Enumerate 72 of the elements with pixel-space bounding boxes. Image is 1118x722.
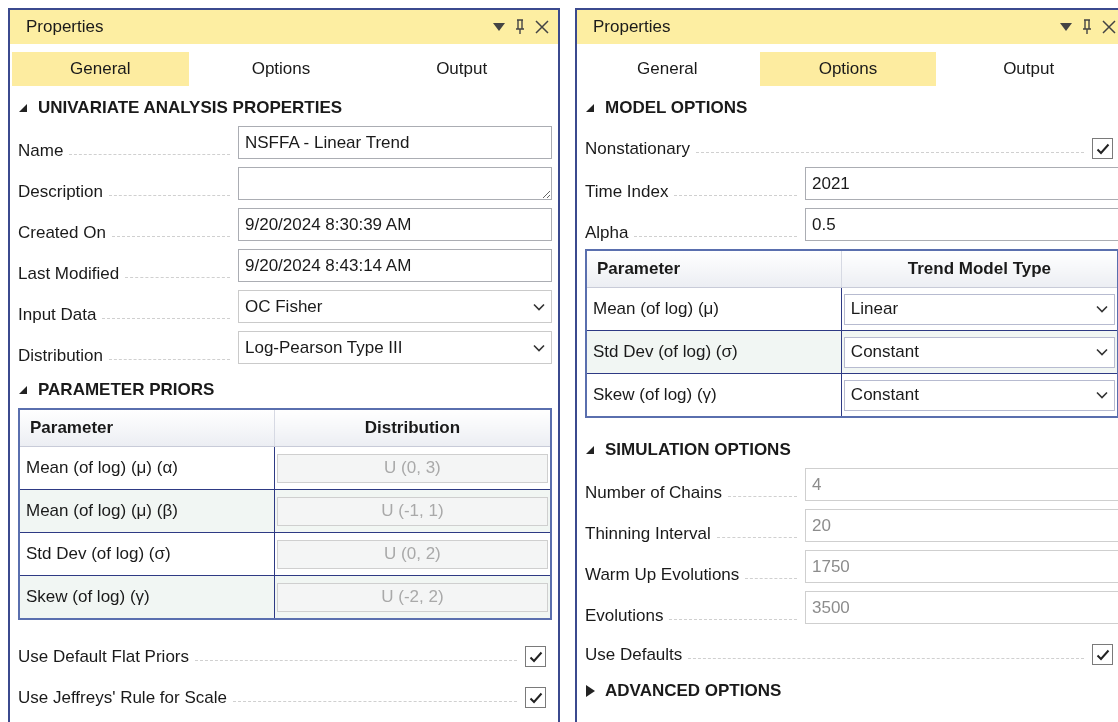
chevron-down-icon[interactable]: [1096, 348, 1108, 356]
field-label: Warm Up Evolutions: [585, 565, 740, 585]
expand-icon[interactable]: [585, 685, 595, 697]
tab[interactable]: Output: [940, 52, 1117, 86]
checkbox-label: Use Default Flat Priors: [18, 647, 189, 667]
text-field[interactable]: NSFFA - Linear Trend: [238, 126, 552, 159]
field-label: Thinning Interval: [585, 524, 711, 544]
table-cell: Mean (of log) (μ) (β): [19, 489, 275, 533]
column-header: Parameter: [19, 409, 275, 447]
section-header: ADVANCED OPTIONS: [605, 681, 782, 701]
dropdown-field[interactable]: Log-Pearson Type III: [238, 331, 552, 364]
dropdown-icon[interactable]: [492, 22, 506, 32]
checkbox-label: Use Jeffreys' Rule for Scale: [18, 688, 227, 708]
tab[interactable]: Options: [759, 52, 937, 86]
section-header: PARAMETER PRIORS: [38, 380, 215, 400]
pin-icon[interactable]: [514, 19, 526, 35]
text-field[interactable]: 0.5: [805, 208, 1118, 241]
collapse-icon[interactable]: [585, 103, 595, 113]
dropdown-field[interactable]: Constant: [843, 379, 1115, 411]
dropdown-icon[interactable]: [1059, 22, 1073, 32]
checkbox[interactable]: [1092, 138, 1113, 159]
text-field[interactable]: 9/20/2024 8:43:14 AM: [238, 249, 552, 282]
panel-title: Properties: [26, 17, 105, 37]
column-header: Distribution: [274, 409, 551, 447]
text-field[interactable]: 2021: [805, 167, 1118, 200]
chevron-down-icon[interactable]: [533, 343, 545, 352]
chevron-down-icon[interactable]: [1096, 305, 1108, 313]
collapse-icon[interactable]: [585, 445, 595, 455]
field-label: Number of Chains: [585, 483, 722, 503]
chevron-down-icon[interactable]: [1096, 391, 1108, 399]
section-header: MODEL OPTIONS: [605, 98, 748, 118]
column-header: Parameter: [586, 250, 842, 288]
collapse-icon[interactable]: [18, 103, 28, 113]
section-header: UNIVARIATE ANALYSIS PROPERTIES: [38, 98, 343, 118]
field-label: Evolutions: [585, 606, 664, 626]
checkbox[interactable]: [525, 687, 546, 708]
dropdown-field[interactable]: Linear: [843, 293, 1115, 325]
field-label: Time Index: [585, 182, 669, 202]
text-field[interactable]: 9/20/2024 8:30:39 AM: [238, 208, 552, 241]
table-cell: Std Dev (of log) (σ): [586, 330, 842, 374]
chevron-down-icon[interactable]: [533, 302, 545, 311]
field-label: Description: [18, 182, 104, 202]
checkmark-icon: [1095, 142, 1110, 155]
close-icon[interactable]: [1101, 19, 1117, 35]
dropdown-field[interactable]: OC Fisher: [238, 290, 552, 323]
table-cell: Mean (of log) (μ) (α): [19, 446, 275, 490]
checkmark-icon: [528, 650, 543, 663]
field-label: Distribution: [18, 346, 104, 366]
checkmark-icon: [1095, 648, 1110, 661]
field-label: Created On: [18, 223, 106, 243]
pin-icon[interactable]: [1081, 19, 1093, 35]
panel-title: Properties: [593, 17, 672, 37]
checkbox[interactable]: [1092, 644, 1113, 665]
column-header: Trend Model Type: [841, 250, 1118, 288]
tab[interactable]: Output: [373, 52, 550, 86]
tab[interactable]: General: [12, 52, 189, 86]
tab[interactable]: Options: [192, 52, 370, 86]
checkbox-label: Use Defaults: [585, 645, 683, 665]
field-label: Last Modified: [18, 264, 120, 284]
field-label: Input Data: [18, 305, 97, 325]
tab[interactable]: General: [579, 52, 756, 86]
section-header: SIMULATION OPTIONS: [605, 440, 791, 460]
close-icon[interactable]: [534, 19, 550, 35]
dropdown-field[interactable]: Constant: [843, 336, 1115, 368]
collapse-icon[interactable]: [18, 385, 28, 395]
checkmark-icon: [528, 691, 543, 704]
table-cell: Mean (of log) (μ): [586, 287, 842, 331]
checkbox[interactable]: [525, 646, 546, 667]
checkbox-label: Nonstationary: [585, 139, 690, 159]
field-label: Alpha: [585, 223, 629, 243]
field-label: Name: [18, 141, 64, 161]
table-cell: Std Dev (of log) (σ): [19, 532, 275, 576]
